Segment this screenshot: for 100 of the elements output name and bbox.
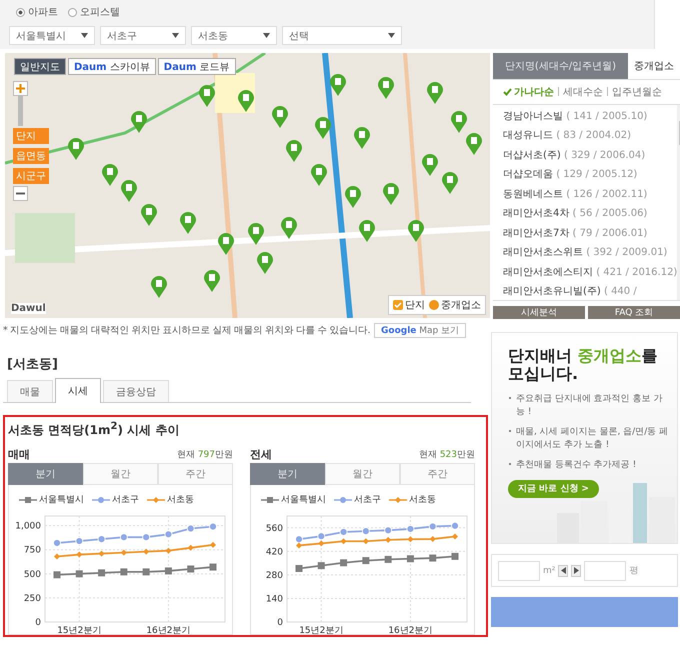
period-tab[interactable]: 월간 [83,463,158,485]
dropdown[interactable]: 서초구 [100,26,186,45]
building-pin-icon[interactable] [150,276,166,298]
radio-option[interactable]: 오피스텔 [68,5,120,19]
map-credit: Dawul [11,303,46,314]
sort-option[interactable]: 세대수순 [563,84,603,99]
data-point [76,552,82,558]
data-point [98,550,105,557]
area-tab[interactable]: 금융상담 [103,380,169,402]
area-tab[interactable]: 매물 [7,380,53,402]
sort-option[interactable]: 입주년월순 [612,84,662,99]
zoom-in-button[interactable] [13,81,28,96]
building-pin-icon[interactable] [131,111,148,134]
legend-label: 단지 [405,299,425,312]
map-view-button[interactable]: Daum 스카이뷰 [68,58,156,75]
axis-label: 16년2분기 [388,626,433,634]
check-icon [503,88,512,96]
complex-list-item[interactable]: 더샵오데움 ( 129 / 2005.12) [503,167,678,187]
complex-list-item[interactable]: 동원베네스트 ( 126 / 2002.11) [503,186,678,206]
panel-button[interactable]: FAQ 조회 [588,306,680,319]
panel-title: 매매 [8,446,30,462]
dropdown[interactable]: 서초동 [191,26,277,45]
complex-list-item[interactable]: 대성유니드 ( 83 / 2004.02) [503,128,678,148]
map-view-button[interactable]: 일반지도 [14,58,66,75]
building-pin-icon[interactable] [248,222,264,245]
period-tab[interactable]: 분기 [250,463,325,485]
building-pin-icon[interactable] [121,180,138,202]
data-point [362,538,369,544]
data-point [340,538,347,544]
building-pin-icon[interactable] [378,76,394,99]
area-input[interactable] [498,560,540,580]
building-pin-icon[interactable] [204,270,220,292]
area-input[interactable] [584,560,626,580]
building-pin-icon[interactable] [286,140,302,162]
building-pin-icon[interactable] [310,164,327,186]
building-pin-icon[interactable] [422,154,438,176]
complex-list-item[interactable]: 더샵서초(주) ( 329 / 2006.04) [503,148,678,168]
building-pin-icon[interactable] [238,90,254,112]
banner-bullet: 추천매물 등록건수 추가제공 ! [508,458,671,471]
data-point [120,550,127,556]
period-tab[interactable]: 분기 [8,463,83,485]
building-pin-icon[interactable] [466,132,482,154]
building-pin-icon[interactable] [442,172,458,194]
apply-button[interactable]: 지금 바로 신청 > [508,480,599,498]
complex-list-item[interactable]: 래미안서초7차 ( 79 / 2006.01) [503,226,678,246]
check-icon [393,300,403,310]
banner-bullet: 주요취급 단지내에 효과적인 홍보 가능 ! [508,392,671,418]
building-pin-icon[interactable] [426,82,443,104]
panel-button[interactable]: 시세분석 [493,306,585,319]
data-point [54,553,60,560]
building-pin-icon[interactable] [199,84,215,107]
arrow-left-button[interactable] [558,564,568,576]
building-pin-icon[interactable] [180,212,196,234]
building-pin-icon[interactable] [102,164,118,186]
radio-option[interactable]: 아파트 [16,5,58,19]
complex-list-item[interactable]: 래미안서초유니빌(주) ( 440 / [503,284,678,300]
data-point [188,544,194,551]
building-pin-icon[interactable] [383,182,400,205]
arrow-right-button[interactable] [571,564,582,576]
building-pin-icon[interactable] [344,186,360,208]
axis-label: 500 [24,570,41,580]
banner-title: 단지배너 중개업소를 모십니다. [508,347,659,384]
sort-option[interactable]: 가나다순 [503,84,554,99]
building-pin-icon[interactable] [218,233,234,256]
complex-list-item[interactable]: 래미안서초에스티지 ( 421 / 2016.12) [503,264,678,284]
radio-button[interactable] [68,8,77,16]
legend-label: 서울특별시 [281,494,326,506]
building-pin-icon[interactable] [315,116,332,139]
building-pin-icon[interactable] [408,220,424,242]
dropdown[interactable]: 서울특별시 [9,26,95,45]
complex-list-item[interactable]: 경남아너스빌 ( 141 / 2005.10) [503,108,678,128]
legend-label: 서초동 [167,494,194,506]
building-pin-icon[interactable] [257,252,274,274]
building-pin-icon[interactable] [140,204,157,226]
complex-list-item[interactable]: 래미안서초4차 ( 56 / 2005.06) [503,206,678,226]
building-pin-icon[interactable] [354,127,370,150]
period-tab[interactable]: 주간 [158,463,233,485]
radio-button[interactable] [16,8,25,16]
data-point [75,537,84,545]
complex-list-item[interactable]: 래미안서초스위트 ( 392 / 2009.01) [503,245,678,265]
building-pin-icon[interactable] [451,111,468,134]
google-map-button[interactable]: Google Map 보기 [374,322,466,338]
zoom-out-button[interactable] [13,186,28,201]
dropdown[interactable]: 선택 [282,26,402,45]
building-pin-icon[interactable] [330,74,346,96]
legend-marker-icon [147,496,165,504]
legend-label: 서초구 [354,494,381,506]
legend-marker-icon [19,496,37,504]
building-pin-icon[interactable] [281,217,298,240]
caret-icon [388,33,395,38]
panel-tab[interactable]: 단지명(세대수/입주년월) [493,53,628,80]
legend-marker-icon [261,496,279,504]
building-pin-icon[interactable] [359,220,376,242]
area-tab[interactable]: 시세 [55,378,101,403]
data-point [407,536,414,542]
period-tab[interactable]: 주간 [400,463,475,485]
period-tab[interactable]: 월간 [325,463,400,485]
building-pin-icon[interactable] [68,138,84,160]
map-view-button[interactable]: Daum 로드뷰 [158,58,236,75]
building-pin-icon[interactable] [272,106,288,128]
